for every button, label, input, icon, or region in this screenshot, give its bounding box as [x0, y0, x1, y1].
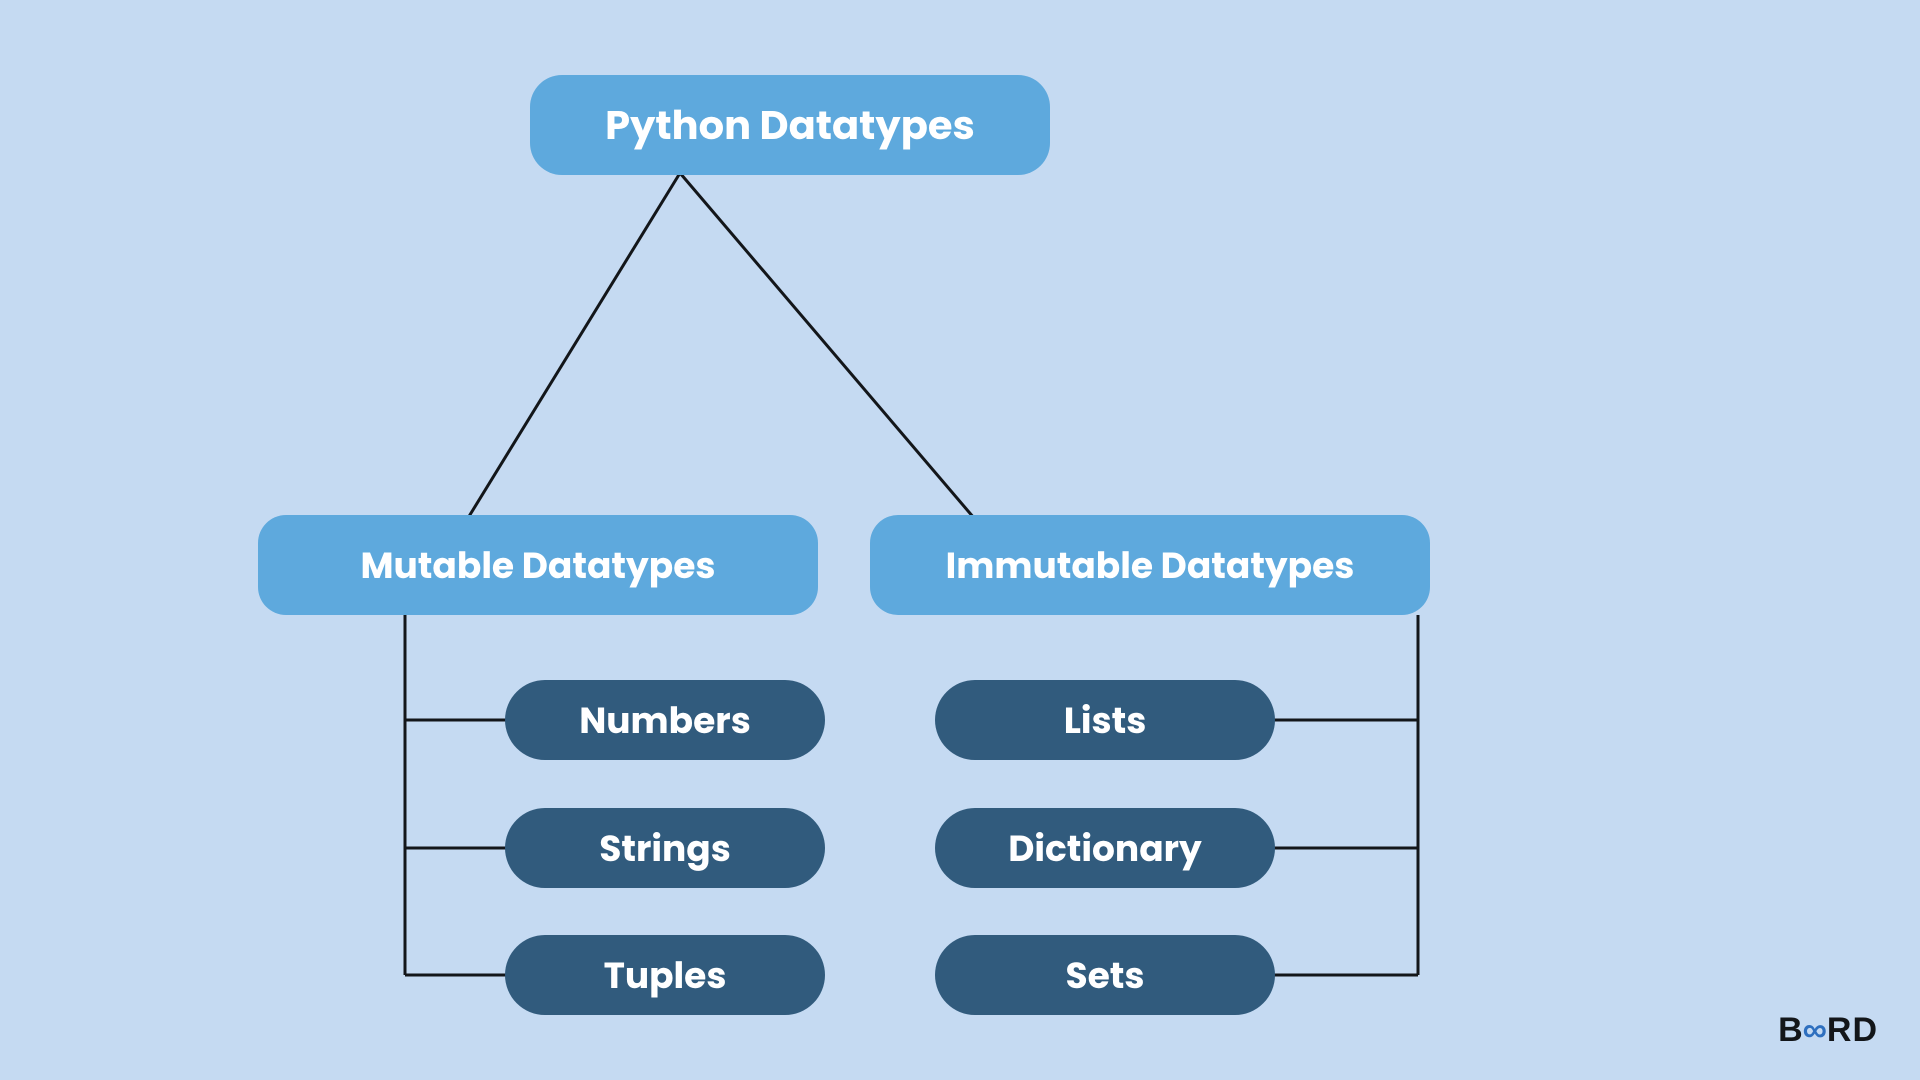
brand-logo: B ∞ RD — [1778, 1011, 1878, 1050]
root-node: Python Datatypes — [530, 75, 1050, 175]
logo-text-right: RD — [1827, 1011, 1878, 1050]
category-immutable: Immutable Datatypes — [870, 515, 1430, 615]
infinity-icon: ∞ — [1803, 1011, 1828, 1050]
diagram-canvas: Python Datatypes Mutable Datatypes Immut… — [0, 0, 1920, 1080]
leaf-sets: Sets — [935, 935, 1275, 1015]
logo-text-left: B — [1778, 1011, 1804, 1050]
category-mutable: Mutable Datatypes — [258, 515, 818, 615]
leaf-tuples: Tuples — [505, 935, 825, 1015]
leaf-strings: Strings — [505, 808, 825, 888]
leaf-numbers: Numbers — [505, 680, 825, 760]
leaf-lists: Lists — [935, 680, 1275, 760]
leaf-dictionary: Dictionary — [935, 808, 1275, 888]
